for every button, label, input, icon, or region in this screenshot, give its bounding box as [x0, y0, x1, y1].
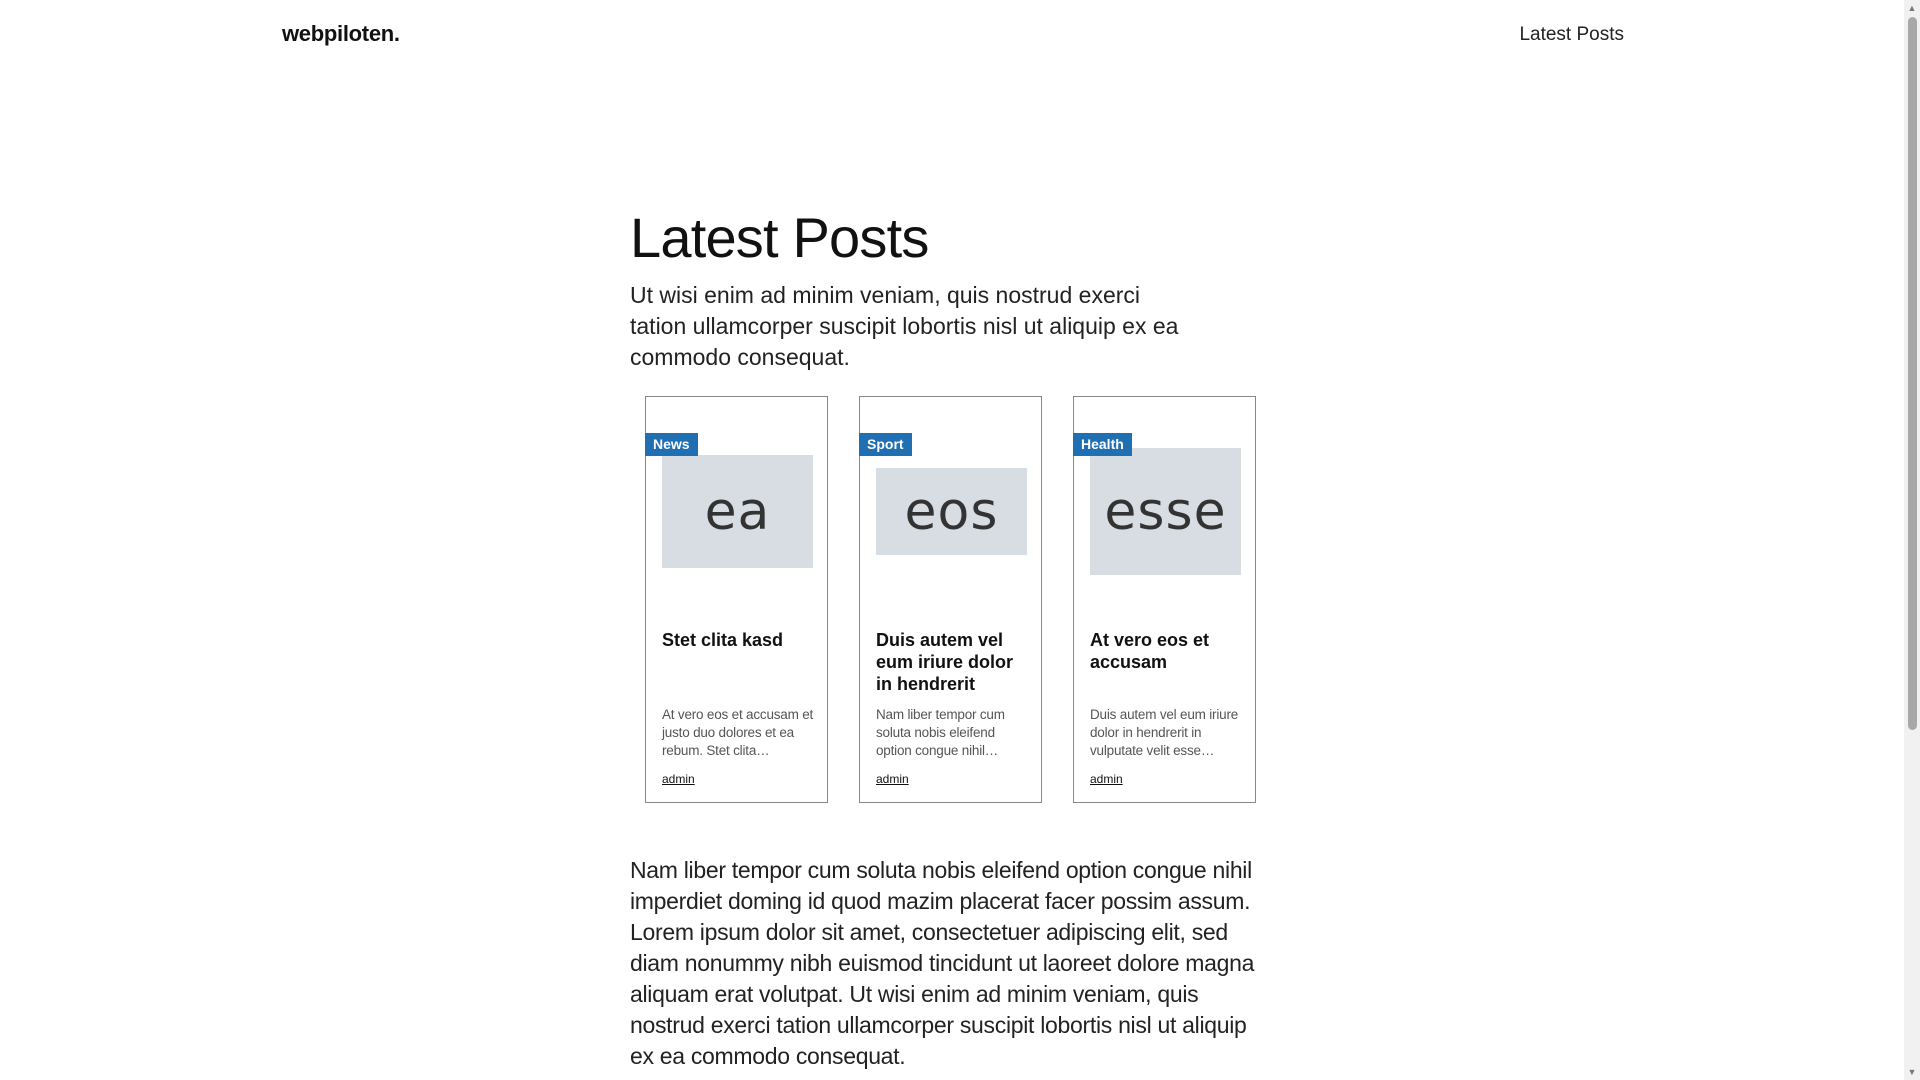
post-title[interactable]: Stet clita kasd — [662, 629, 812, 651]
post-thumbnail[interactable]: ea — [662, 455, 813, 568]
main-content: Latest Posts Ut wisi enim ad minim venia… — [630, 200, 1270, 1069]
scroll-up-arrow-icon[interactable]: ▲ — [1904, 0, 1920, 16]
post-thumbnail[interactable]: eos — [876, 468, 1027, 555]
post-author-link[interactable]: admin — [1090, 772, 1123, 786]
site-logo[interactable]: webpiloten. — [282, 21, 400, 47]
body-paragraph: Nam liber tempor cum soluta nobis eleife… — [630, 857, 1255, 1069]
page: webpiloten. Latest Posts Latest Posts Ut… — [0, 0, 1920, 1080]
post-thumbnail[interactable]: esse — [1090, 448, 1241, 575]
post-author-link[interactable]: admin — [662, 772, 695, 786]
post-excerpt: At vero eos et accusam et justo duo dolo… — [662, 707, 814, 758]
post-card[interactable]: Sport eos Duis autem vel eum iriure dolo… — [859, 396, 1042, 803]
post-card[interactable]: Health esse At vero eos et accusam Duis … — [1073, 396, 1256, 803]
category-badge[interactable]: Health — [1073, 433, 1132, 456]
post-title[interactable]: Duis autem vel eum iriure dolor in hendr… — [876, 629, 1026, 695]
post-author-link[interactable]: admin — [876, 772, 909, 786]
page-title: Latest Posts — [630, 206, 929, 269]
post-excerpt: Nam liber tempor cum soluta nobis eleife… — [876, 707, 1005, 758]
intro-paragraph: Ut wisi enim ad minim veniam, quis nostr… — [630, 282, 1179, 370]
category-badge[interactable]: Sport — [859, 433, 912, 456]
scrollbar-thumb[interactable] — [1908, 17, 1917, 730]
post-cards: News ea Stet clita kasd At vero eos et a… — [645, 396, 1256, 803]
scroll-down-arrow-icon[interactable]: ▼ — [1904, 1064, 1920, 1080]
post-card[interactable]: News ea Stet clita kasd At vero eos et a… — [645, 396, 828, 803]
category-badge[interactable]: News — [645, 433, 698, 456]
post-excerpt: Duis autem vel eum iriure dolor in hendr… — [1090, 707, 1239, 758]
site-header: webpiloten. Latest Posts — [0, 0, 1904, 72]
vertical-scrollbar[interactable]: ▲ ▼ — [1904, 0, 1920, 1080]
nav-link-latest-posts[interactable]: Latest Posts — [1519, 24, 1624, 46]
post-title[interactable]: At vero eos et accusam — [1090, 629, 1240, 673]
